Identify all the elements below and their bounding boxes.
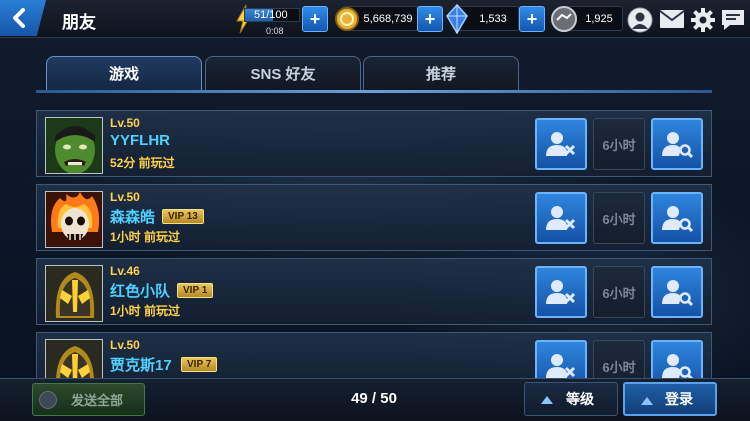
add-energy-button[interactable]: + bbox=[302, 6, 328, 32]
profile-icon[interactable] bbox=[627, 7, 653, 33]
tab-games-label: 游戏 bbox=[108, 66, 139, 83]
add-gold-button[interactable]: + bbox=[417, 6, 443, 32]
cooldown-label: 6小时 bbox=[602, 359, 636, 375]
friend-level: Lv.50 bbox=[110, 190, 140, 204]
yellowjacket-avatar[interactable] bbox=[45, 339, 103, 380]
top-bar: 朋友 51/100 0:08 + 5,668,739 + 1,533 + 1,9… bbox=[0, 0, 750, 38]
chat-icon[interactable] bbox=[720, 7, 746, 33]
tab-sns-friends-label: SNS 好友 bbox=[250, 66, 316, 83]
send-all-label: 发送全部 bbox=[71, 393, 124, 408]
page-indicator: 49 / 50 bbox=[351, 390, 397, 407]
sort-level-label: 等级 bbox=[566, 391, 594, 407]
cooldown-button[interactable]: 6小时 bbox=[593, 118, 645, 170]
search-user-icon bbox=[662, 132, 693, 159]
remove-friend-button[interactable] bbox=[535, 340, 587, 380]
cooldown-button[interactable]: 6小时 bbox=[593, 340, 645, 380]
last-played: 52分 前玩过 bbox=[110, 156, 175, 170]
tab-underline bbox=[36, 90, 712, 93]
last-played: 1小时 前玩过 bbox=[110, 230, 181, 244]
ghost-rider-avatar[interactable] bbox=[45, 191, 103, 248]
friend-level: Lv.50 bbox=[110, 116, 140, 130]
view-friend-button[interactable] bbox=[651, 192, 703, 244]
send-all-button[interactable]: 发送全部 bbox=[32, 383, 145, 416]
remove-user-icon bbox=[546, 280, 576, 304]
friend-level: Lv.46 bbox=[110, 264, 140, 278]
gear-icon[interactable] bbox=[690, 7, 716, 33]
page-title: 朋友 bbox=[62, 13, 96, 32]
friend-row[interactable]: Lv.50 YYFLHR 52分 前玩过 6小时 bbox=[36, 110, 712, 177]
remove-friend-button[interactable] bbox=[535, 266, 587, 318]
crystal-value: 1,533 bbox=[479, 12, 507, 25]
yellowjacket-avatar[interactable] bbox=[45, 265, 103, 322]
search-user-icon bbox=[662, 206, 693, 233]
tab-sns-friends[interactable]: SNS 好友 bbox=[205, 56, 361, 90]
back-button[interactable] bbox=[0, 0, 46, 36]
friend-row[interactable]: Lv.50 森森皓 VIP 13 1小时 前玩过 6小时 bbox=[36, 184, 712, 251]
remove-friend-button[interactable] bbox=[535, 118, 587, 170]
tab-games[interactable]: 游戏 bbox=[46, 56, 202, 90]
cooldown-label: 6小时 bbox=[602, 211, 636, 227]
sort-by-level-button[interactable]: 等级 bbox=[524, 382, 618, 416]
friend-name: YYFLHR bbox=[110, 132, 170, 149]
mail-icon[interactable] bbox=[659, 9, 685, 29]
remove-user-icon bbox=[546, 354, 576, 378]
friend-level: Lv.50 bbox=[110, 338, 140, 352]
tab-recommended[interactable]: 推荐 bbox=[363, 56, 519, 90]
gold-value: 5,668,739 bbox=[363, 12, 413, 25]
cooldown-button[interactable]: 6小时 bbox=[593, 266, 645, 318]
cooldown-label: 6小时 bbox=[602, 137, 636, 153]
friend-name: 森森皓 bbox=[110, 209, 156, 226]
hulk-avatar[interactable] bbox=[45, 117, 103, 174]
view-friend-button[interactable] bbox=[651, 266, 703, 318]
gold-coin-icon bbox=[335, 7, 359, 31]
vip-badge: VIP 13 bbox=[162, 209, 204, 224]
sort-login-label: 登录 bbox=[665, 391, 693, 407]
energy-value: 51/100 bbox=[254, 9, 288, 21]
vip-badge: VIP 1 bbox=[177, 283, 214, 298]
cooldown-label: 6小时 bbox=[602, 285, 636, 301]
vip-badge: VIP 7 bbox=[181, 357, 218, 372]
friend-row[interactable]: Lv.50 贾克斯17 VIP 7 6小时 bbox=[36, 332, 712, 380]
cooldown-button[interactable]: 6小时 bbox=[593, 192, 645, 244]
crystal-icon bbox=[446, 4, 468, 34]
energy-timer: 0:08 bbox=[266, 26, 284, 36]
view-friend-button[interactable] bbox=[651, 340, 703, 380]
gift-icon bbox=[39, 391, 57, 409]
friend-list[interactable]: Lv.50 YYFLHR 52分 前玩过 6小时 Lv.50 森森皓 VIP 1… bbox=[36, 100, 712, 380]
last-played: 1小时 前玩过 bbox=[110, 304, 181, 318]
search-user-icon bbox=[662, 280, 693, 307]
friend-row[interactable]: Lv.46 红色小队 VIP 1 1小时 前玩过 6小时 bbox=[36, 258, 712, 325]
units-value: 1,925 bbox=[585, 12, 613, 25]
remove-user-icon bbox=[546, 206, 576, 230]
view-friend-button[interactable] bbox=[651, 118, 703, 170]
search-user-icon bbox=[662, 354, 693, 380]
back-arrow-icon bbox=[13, 8, 25, 28]
remove-friend-button[interactable] bbox=[535, 192, 587, 244]
sort-by-login-button[interactable]: 登录 bbox=[623, 382, 717, 416]
friend-name: 贾克斯17 bbox=[110, 357, 172, 374]
tab-recommended-label: 推荐 bbox=[425, 66, 456, 83]
add-crystal-button[interactable]: + bbox=[519, 6, 545, 32]
friend-name: 红色小队 bbox=[110, 283, 171, 300]
units-icon bbox=[551, 6, 577, 32]
remove-user-icon bbox=[546, 132, 576, 156]
